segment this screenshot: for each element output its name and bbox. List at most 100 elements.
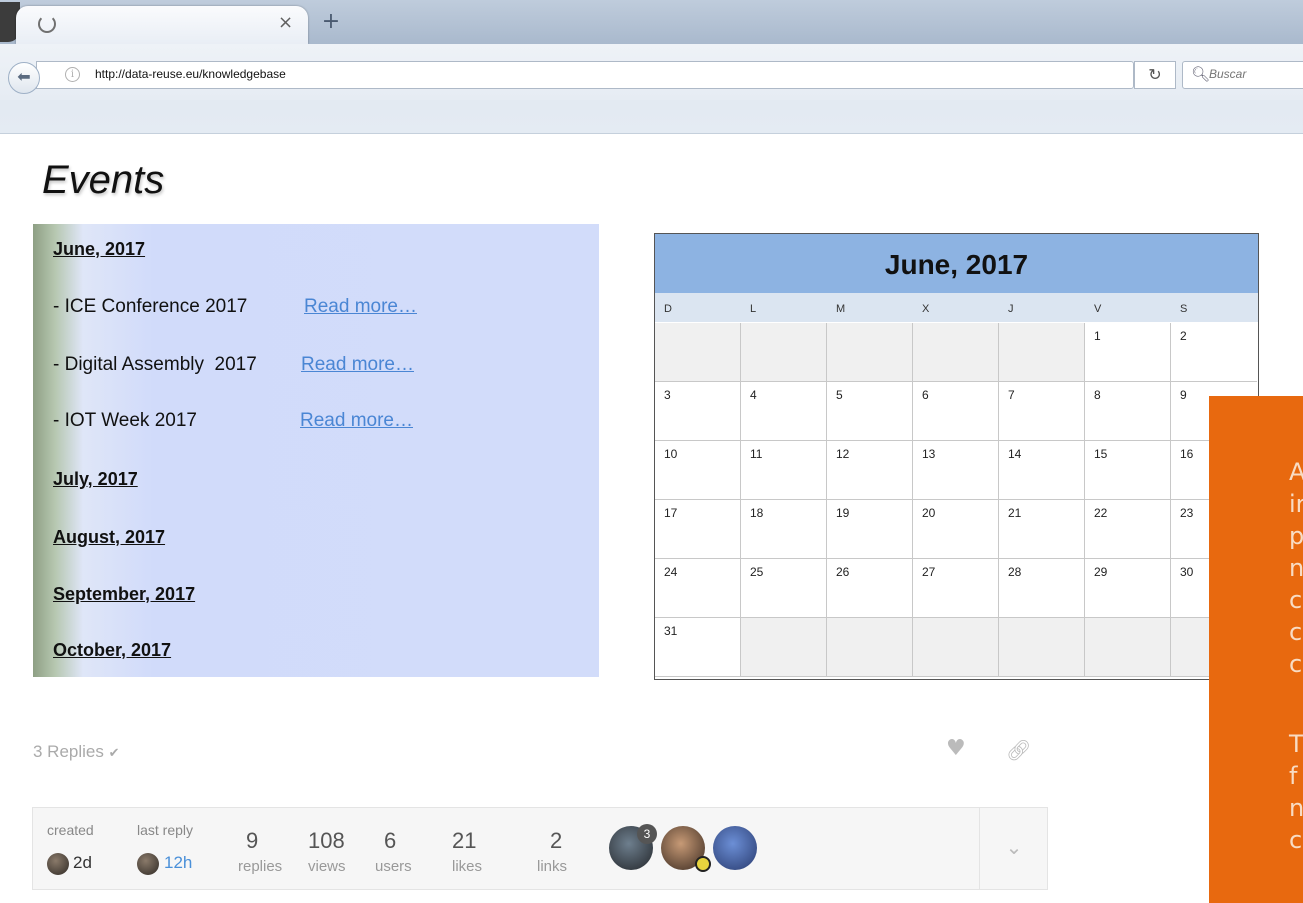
- new-tab-button[interactable]: +: [318, 10, 344, 36]
- search-icon: 🔍︎: [1191, 65, 1211, 83]
- calendar-day-cell[interactable]: 27: [913, 559, 999, 618]
- calendar-day-names: DLMXJVS: [655, 293, 1258, 322]
- url-text[interactable]: http://data-reuse.eu/knowledgebase: [95, 67, 286, 81]
- calendar-empty-cell: [913, 618, 999, 677]
- stat-replies-count: 9: [246, 828, 259, 853]
- avatar[interactable]: [137, 853, 159, 875]
- calendar-day-number: 29: [1094, 565, 1108, 579]
- search-input[interactable]: [1209, 67, 1303, 81]
- calendar-empty-cell: [1085, 618, 1171, 677]
- calendar-day-number: 30: [1180, 565, 1194, 579]
- reload-icon: ↻: [1148, 65, 1162, 84]
- calendar-day-cell[interactable]: 7: [999, 382, 1085, 441]
- chevron-down-icon: ⌄: [1005, 837, 1023, 859]
- calendar-day-name: J: [1008, 303, 1014, 315]
- month-link-july[interactable]: July, 2017: [53, 469, 138, 490]
- calendar-day-cell[interactable]: 15: [1085, 441, 1171, 500]
- avatar-status-dot: [695, 856, 711, 872]
- chrome-divider: [0, 133, 1303, 134]
- calendar-day-cell[interactable]: 1: [1085, 323, 1171, 382]
- url-bar[interactable]: i http://data-reuse.eu/knowledgebase: [36, 61, 1134, 89]
- overlay-text-fragment: n: [1289, 794, 1303, 822]
- last-reply-time[interactable]: 12h: [164, 853, 192, 873]
- calendar-day-cell[interactable]: 26: [827, 559, 913, 618]
- stat-views-label: views: [308, 858, 346, 875]
- calendar-day-number: 20: [922, 506, 936, 520]
- calendar-empty-cell: [999, 323, 1085, 382]
- topic-map: created 2d last reply 12h 9 replies 108 …: [32, 807, 1048, 890]
- calendar-day-cell[interactable]: 13: [913, 441, 999, 500]
- calendar-day-cell[interactable]: 14: [999, 441, 1085, 500]
- calendar-day-cell[interactable]: 24: [655, 559, 741, 618]
- calendar-day-cell[interactable]: 25: [741, 559, 827, 618]
- calendar-day-number: 28: [1008, 565, 1022, 579]
- replies-toggle[interactable]: 3 Replies ✔︎: [33, 742, 120, 762]
- calendar-day-number: 8: [1094, 388, 1101, 402]
- calendar-day-number: 15: [1094, 447, 1108, 461]
- calendar-day-number: 9: [1180, 388, 1187, 402]
- calendar-day-name: V: [1094, 303, 1102, 315]
- back-button[interactable]: ⬅: [8, 62, 40, 94]
- calendar-day-cell[interactable]: 12: [827, 441, 913, 500]
- search-box[interactable]: 🔍︎: [1182, 61, 1303, 89]
- calendar-day-cell[interactable]: 31: [655, 618, 741, 677]
- avatar[interactable]: [713, 826, 757, 870]
- stat-users-label: users: [375, 858, 412, 875]
- back-arrow-icon: ⬅: [17, 67, 31, 86]
- avatar-count-badge: 3: [637, 824, 657, 844]
- calendar-empty-cell: [913, 323, 999, 382]
- overlay-text-fragment: n: [1289, 554, 1303, 582]
- calendar-day-number: 16: [1180, 447, 1194, 461]
- calendar-day-cell[interactable]: 11: [741, 441, 827, 500]
- calendar-day-number: 1: [1094, 329, 1101, 343]
- event-name: - IOT Week 2017: [53, 410, 197, 431]
- browser-tab[interactable]: ×: [16, 6, 308, 44]
- overlay-text-fragment: T: [1289, 730, 1303, 758]
- info-icon[interactable]: i: [65, 67, 80, 82]
- calendar-day-cell[interactable]: 6: [913, 382, 999, 441]
- overlay-text-fragment: c: [1289, 650, 1303, 678]
- calendar-day-number: 14: [1008, 447, 1022, 461]
- calendar-day-cell[interactable]: 8: [1085, 382, 1171, 441]
- calendar-empty-cell: [655, 323, 741, 382]
- calendar-empty-cell: [999, 618, 1085, 677]
- calendar-day-cell[interactable]: 3: [655, 382, 741, 441]
- tab-close-icon[interactable]: ×: [278, 12, 293, 33]
- calendar-day-number: 5: [836, 388, 843, 402]
- link-icon[interactable]: 🔗︎: [1006, 738, 1031, 762]
- calendar-day-cell[interactable]: 5: [827, 382, 913, 441]
- calendar-day-number: 17: [664, 506, 678, 520]
- reload-button[interactable]: ↻: [1134, 61, 1176, 89]
- read-more-link[interactable]: Read more…: [304, 296, 417, 318]
- read-more-link[interactable]: Read more…: [300, 410, 413, 432]
- month-link-august[interactable]: August, 2017: [53, 527, 165, 548]
- calendar-day-cell[interactable]: 2: [1171, 323, 1257, 382]
- calendar-day-cell[interactable]: 19: [827, 500, 913, 559]
- stat-views-count: 108: [308, 828, 345, 853]
- read-more-link[interactable]: Read more…: [301, 354, 414, 376]
- month-link-september[interactable]: September, 2017: [53, 584, 195, 605]
- calendar-day-cell[interactable]: 20: [913, 500, 999, 559]
- calendar-day-cell[interactable]: 29: [1085, 559, 1171, 618]
- calendar-day-number: 10: [664, 447, 678, 461]
- stat-users-count: 6: [384, 828, 397, 853]
- month-link-october[interactable]: October, 2017: [53, 640, 171, 661]
- calendar-day-cell[interactable]: 22: [1085, 500, 1171, 559]
- month-link-june[interactable]: June, 2017: [53, 239, 145, 260]
- heart-icon[interactable]: ♥: [946, 736, 966, 761]
- calendar-day-number: 12: [836, 447, 850, 461]
- calendar-day-cell[interactable]: 4: [741, 382, 827, 441]
- calendar-day-number: 25: [750, 565, 764, 579]
- calendar-day-number: 11: [750, 447, 763, 461]
- calendar-day-cell[interactable]: 21: [999, 500, 1085, 559]
- expand-topic-button[interactable]: ⌄: [979, 808, 1048, 889]
- overlay-text-fragment: ir: [1289, 490, 1303, 518]
- avatar[interactable]: [47, 853, 69, 875]
- stat-likes-label: likes: [452, 858, 483, 875]
- calendar-day-cell[interactable]: 17: [655, 500, 741, 559]
- calendar-day-cell[interactable]: 10: [655, 441, 741, 500]
- calendar-day-cell[interactable]: 18: [741, 500, 827, 559]
- chevron-down-icon: ✔︎: [108, 745, 120, 760]
- overlay-text-fragment: c: [1289, 826, 1303, 854]
- calendar-day-cell[interactable]: 28: [999, 559, 1085, 618]
